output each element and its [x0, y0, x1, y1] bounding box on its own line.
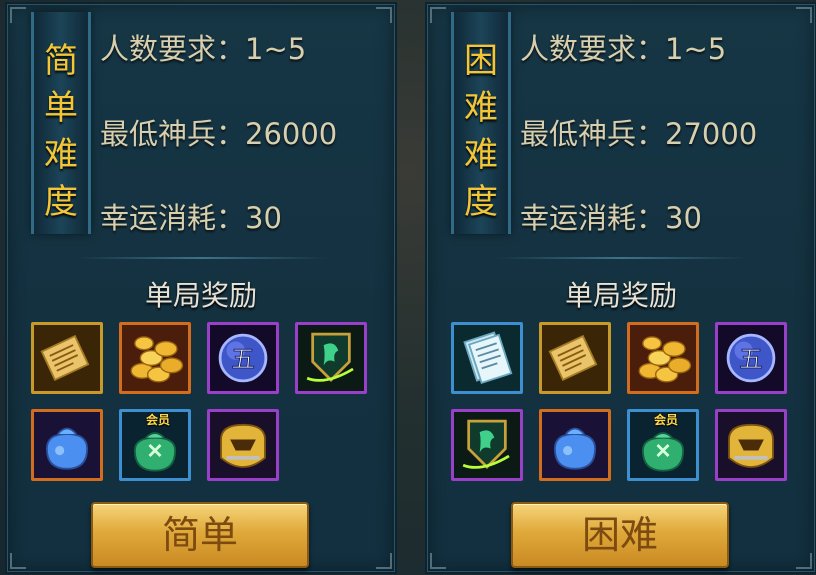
reward-item-scroll[interactable] — [31, 322, 103, 394]
difficulty-banner: 困 难 难 度 — [451, 12, 511, 234]
reward-item-golden-helmet[interactable] — [715, 409, 787, 481]
corner-ornament — [10, 553, 26, 569]
divider — [497, 257, 747, 259]
hard-difficulty-panel: 困 难 难 度 人数要求：1~5 最低神兵：27000 幸运消耗：30 单局奖励 — [425, 2, 816, 574]
scroll-icon — [34, 325, 100, 391]
corner-ornament — [430, 7, 446, 23]
corner-ornament — [376, 7, 392, 23]
title-char: 困 — [464, 41, 498, 81]
easy-difficulty-panel: 简 单 难 度 人数要求：1~5 最低神兵：26000 幸运消耗：30 单局奖励 — [5, 2, 397, 574]
scroll-icon — [542, 325, 608, 391]
difficulty-title: 简 单 难 度 — [34, 38, 88, 226]
player-requirement: 人数要求：1~5 — [100, 32, 307, 66]
reward-item-dragon-crest[interactable] — [295, 322, 367, 394]
min-power-requirement: 最低神兵：27000 — [520, 117, 758, 151]
spirit-orb-five-icon: 五 — [718, 325, 784, 391]
orb-char: 五 — [231, 345, 255, 373]
corner-ornament — [430, 553, 446, 569]
player-requirement: 人数要求：1~5 — [520, 32, 727, 66]
golden-helmet-icon — [210, 412, 276, 478]
paper-sheets-icon — [454, 325, 520, 391]
dragon-crest-icon — [454, 412, 520, 478]
reward-item-golden-helmet[interactable] — [207, 409, 279, 481]
gold-coins-icon — [630, 325, 696, 391]
reward-item-blue-bag[interactable] — [539, 409, 611, 481]
blue-bag-icon — [34, 412, 100, 478]
vip-badge: 会员 — [654, 413, 679, 427]
reward-title: 单局奖励 — [144, 279, 257, 312]
reward-item-gold-coins[interactable] — [627, 322, 699, 394]
reward-item-gold-coins[interactable] — [119, 322, 191, 394]
title-char: 简 — [44, 41, 78, 81]
title-char: 难 — [464, 88, 498, 128]
corner-ornament — [796, 7, 812, 23]
title-char: 难 — [44, 135, 78, 175]
title-char: 度 — [464, 182, 498, 222]
difficulty-banner: 简 单 难 度 — [31, 12, 91, 234]
min-power-requirement: 最低神兵：26000 — [100, 117, 338, 151]
golden-helmet-icon — [718, 412, 784, 478]
corner-ornament — [10, 7, 26, 23]
reward-item-spirit-orb[interactable]: 五 — [207, 322, 279, 394]
orb-char: 五 — [739, 345, 763, 373]
reward-item-green-gift-bag[interactable]: 会员 — [627, 409, 699, 481]
blue-bag-icon — [542, 412, 608, 478]
dragon-crest-icon — [298, 325, 364, 391]
hard-button[interactable]: 困难 — [511, 502, 729, 568]
reward-item-green-gift-bag[interactable]: 会员 — [119, 409, 191, 481]
title-char: 度 — [44, 182, 78, 222]
luck-cost: 幸运消耗：30 — [100, 201, 282, 235]
reward-item-blue-bag[interactable] — [31, 409, 103, 481]
reward-item-spirit-orb[interactable]: 五 — [715, 322, 787, 394]
reward-item-scroll[interactable] — [539, 322, 611, 394]
reward-item-dragon-crest[interactable] — [451, 409, 523, 481]
spirit-orb-five-icon: 五 — [210, 325, 276, 391]
divider — [77, 257, 327, 259]
corner-ornament — [376, 553, 392, 569]
gold-coins-icon — [122, 325, 188, 391]
easy-button[interactable]: 简单 — [91, 502, 309, 568]
reward-item-paper-sheets[interactable] — [451, 322, 523, 394]
corner-ornament — [796, 553, 812, 569]
title-char: 难 — [464, 135, 498, 175]
difficulty-title: 困 难 难 度 — [454, 38, 508, 226]
reward-title: 单局奖励 — [564, 279, 677, 312]
vip-badge: 会员 — [146, 413, 171, 427]
luck-cost: 幸运消耗：30 — [520, 201, 702, 235]
title-char: 单 — [44, 88, 78, 128]
